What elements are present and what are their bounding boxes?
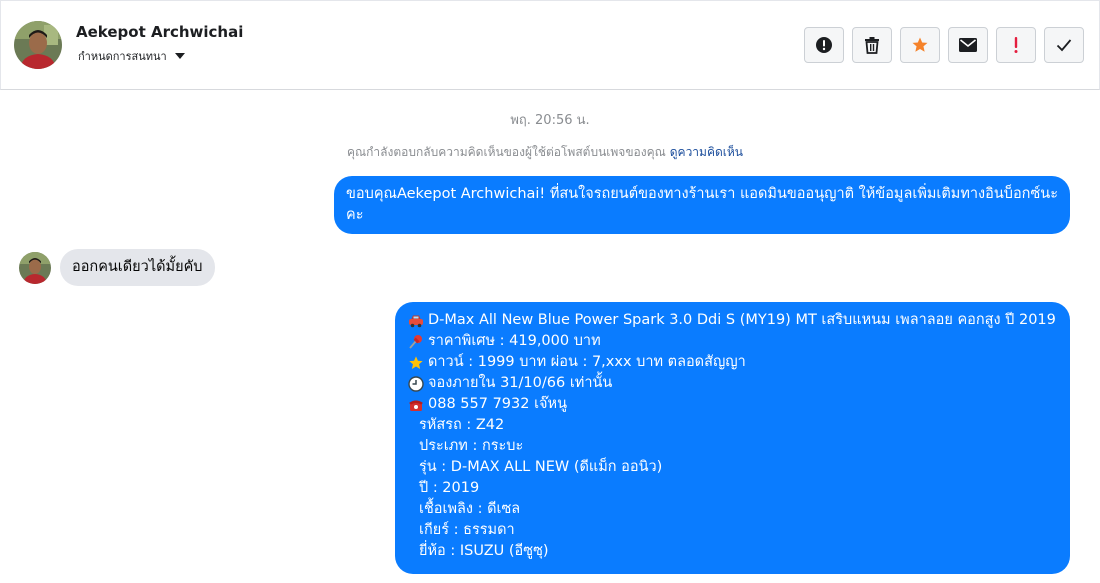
- trash-icon: [865, 37, 879, 54]
- conversation-header: Aekepot Archwichai กำหนดการสนทนา: [0, 0, 1100, 90]
- assign-label: กำหนดการสนทนา: [78, 50, 167, 63]
- assign-conversation-dropdown[interactable]: กำหนดการสนทนา: [78, 47, 185, 65]
- message-line: ปี : 2019: [407, 478, 1058, 499]
- alert-circle-icon: [816, 37, 832, 53]
- mark-unread-button[interactable]: [948, 27, 988, 63]
- contact-avatar[interactable]: [14, 21, 62, 69]
- message-line: รุ่น : D-MAX ALL NEW (ดีแม็ก ออนิว): [407, 457, 1058, 478]
- outgoing-message[interactable]: ขอบคุณAekepot Archwichai! ที่สนใจรถยนต์ข…: [334, 176, 1070, 234]
- down-payment-text: ดาวน์ : 1999 บาท ผ่อน : 7,xxx บาท ตลอดสั…: [428, 354, 746, 370]
- sender-avatar[interactable]: [19, 251, 51, 284]
- star-button[interactable]: [900, 27, 940, 63]
- message-line: ประเภท : กระบะ: [407, 436, 1058, 457]
- car-series-text: รุ่น : D-MAX ALL NEW (ดีแม็ก ออนิว): [419, 459, 663, 475]
- checkmark-icon: [1056, 39, 1072, 52]
- message-line: D-Max All New Blue Power Spark 3.0 Ddi S…: [407, 310, 1058, 331]
- message-line: ดาวน์ : 1999 บาท ผ่อน : 7,xxx บาท ตลอดสั…: [407, 352, 1058, 373]
- phone-contact-text: 088 557 7932 เจ๊หนู: [428, 396, 568, 412]
- incoming-message-row: ออกคนเดียวได้มั้ยคับ: [19, 249, 215, 286]
- car-icon: [407, 312, 424, 329]
- pushpin-icon: [407, 333, 424, 350]
- header-actions: [804, 27, 1084, 63]
- mark-spam-button[interactable]: [804, 27, 844, 63]
- message-line: ยี่ห้อ : ISUZU (อีซูซุ): [407, 541, 1058, 562]
- price-text: ราคาพิเศษ : 419,000 บาท: [428, 333, 601, 349]
- car-code-text: รหัสรถ : Z42: [419, 417, 505, 433]
- notice-text: คุณกำลังตอบกลับความคิดเห็นของผู้ใช้ต่อโพ…: [347, 145, 666, 159]
- incoming-message[interactable]: ออกคนเดียวได้มั้ยคับ: [60, 249, 215, 286]
- flag-important-button[interactable]: [996, 27, 1036, 63]
- exclamation-icon: [1014, 37, 1018, 53]
- message-line: รหัสรถ : Z42: [407, 415, 1058, 436]
- car-model-text: D-Max All New Blue Power Spark 3.0 Ddi S…: [428, 312, 1056, 328]
- star-icon: [407, 354, 424, 371]
- contact-name[interactable]: Aekepot Archwichai: [76, 23, 243, 41]
- car-type-text: ประเภท : กระบะ: [419, 438, 524, 454]
- envelope-icon: [959, 38, 977, 52]
- caret-down-icon: [174, 53, 185, 59]
- outgoing-message-car-details[interactable]: D-Max All New Blue Power Spark 3.0 Ddi S…: [395, 302, 1070, 574]
- mark-done-button[interactable]: [1044, 27, 1084, 63]
- message-line: เกียร์ : ธรรมดา: [407, 520, 1058, 541]
- message-thread: พฤ. 20:56 น. คุณกำลังตอบกลับความคิดเห็นข…: [0, 91, 1100, 583]
- reply-context-notice: คุณกำลังตอบกลับความคิดเห็นของผู้ใช้ต่อโพ…: [0, 143, 1090, 162]
- telephone-icon: [407, 396, 424, 413]
- message-line: 088 557 7932 เจ๊หนู: [407, 394, 1058, 415]
- brand-text: ยี่ห้อ : ISUZU (อีซูซุ): [419, 543, 549, 559]
- booking-deadline-text: จองภายใน 31/10/66 เท่านั้น: [428, 375, 613, 391]
- clock-icon: [407, 375, 424, 392]
- view-comment-link[interactable]: ดูความคิดเห็น: [670, 145, 743, 159]
- star-icon: [912, 37, 928, 52]
- message-line: ราคาพิเศษ : 419,000 บาท: [407, 331, 1058, 352]
- car-year-text: ปี : 2019: [419, 480, 480, 496]
- delete-button[interactable]: [852, 27, 892, 63]
- fuel-text: เชื้อเพลิง : ดีเซล: [419, 501, 521, 517]
- message-line: จองภายใน 31/10/66 เท่านั้น: [407, 373, 1058, 394]
- message-timestamp: พฤ. 20:56 น.: [510, 113, 590, 128]
- gear-text: เกียร์ : ธรรมดา: [419, 522, 515, 538]
- message-line: เชื้อเพลิง : ดีเซล: [407, 499, 1058, 520]
